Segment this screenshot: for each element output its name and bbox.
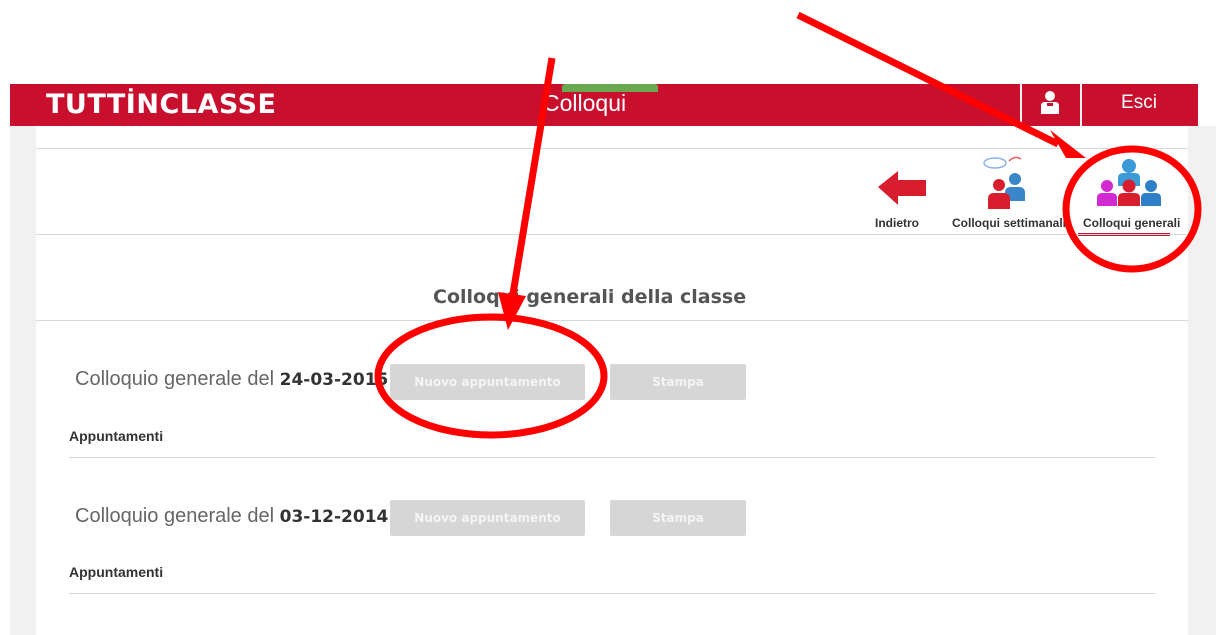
general-meetings-icon — [1097, 159, 1161, 206]
appointments-label: Appuntamenti — [69, 428, 164, 444]
new-appointment-button[interactable]: Nuovo appuntamento — [390, 364, 585, 400]
back-label[interactable]: Indietro — [875, 216, 919, 230]
appointments-label: Appuntamenti — [69, 564, 164, 580]
back-arrow-icon — [878, 171, 926, 205]
colloquio-prefix: Colloquio generale del — [75, 368, 275, 390]
divider — [69, 593, 1156, 594]
right-margin — [1188, 126, 1216, 635]
user-icon — [1041, 91, 1059, 114]
divider — [36, 320, 1188, 321]
print-button[interactable]: Stampa — [610, 500, 746, 536]
general-meetings-label[interactable]: Colloqui generali — [1083, 216, 1180, 230]
colloquio-date: 03-12-2014 — [279, 507, 389, 527]
weekly-meetings-button[interactable] — [975, 155, 1035, 215]
print-button[interactable]: Stampa — [610, 364, 746, 400]
new-appointment-button[interactable]: Nuovo appuntamento — [390, 500, 585, 536]
colloquio-title: Colloquio generale del 03-12-2014 — [75, 505, 388, 528]
divider — [69, 457, 1156, 458]
page-title: Colloqui — [543, 90, 627, 116]
colloquio-prefix: Colloquio generale del — [75, 505, 275, 527]
logout-button[interactable]: Esci — [1082, 84, 1196, 126]
weekly-meetings-icon — [983, 156, 1025, 209]
weekly-meetings-label[interactable]: Colloqui settimanali — [952, 216, 1066, 230]
brand-logo[interactable]: TUTTİNCLASSE — [46, 88, 276, 122]
divider — [36, 234, 1188, 235]
section-title: Colloqui generali della classe — [433, 286, 747, 308]
general-meetings-button[interactable] — [1094, 156, 1164, 212]
user-button[interactable] — [1022, 84, 1078, 126]
colloquio-title: Colloquio generale del 24-03-2015 — [75, 368, 388, 391]
colloquio-date: 24-03-2015 — [279, 370, 389, 390]
divider — [36, 148, 1188, 149]
left-margin — [10, 126, 36, 635]
